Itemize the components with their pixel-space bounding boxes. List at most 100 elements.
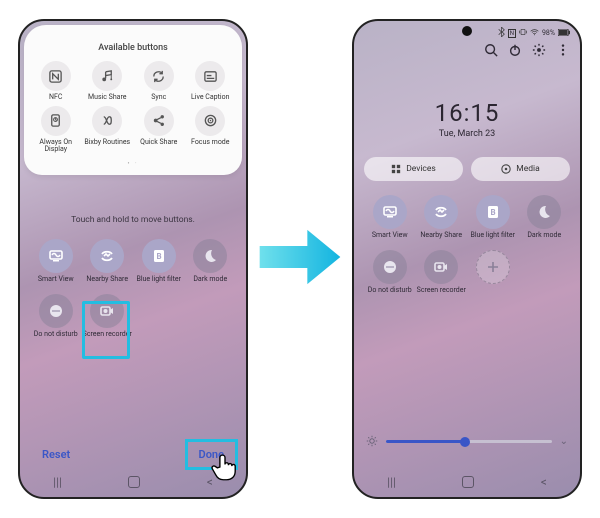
quick-screen-recorder[interactable]: Screen recorder (82, 294, 134, 339)
quick-label: Nearby Share (86, 276, 128, 284)
hint-text: Touch and hold to move buttons. (20, 215, 246, 225)
quick-label: Screen recorder (83, 331, 132, 339)
page-dots: • · (30, 160, 236, 167)
devices-label: Devices (406, 164, 436, 174)
available-focus[interactable]: Focus mode (185, 106, 237, 154)
battery-text: 98% (542, 29, 555, 37)
clock: 16:15 Tue, March 23 (354, 99, 580, 139)
nav-home-icon[interactable] (128, 476, 140, 488)
quick-label: Nearby Share (420, 232, 462, 240)
vibrate-icon (519, 28, 527, 38)
dnd-icon (39, 294, 73, 328)
brightness-slider[interactable]: ⌄ (366, 432, 568, 451)
media-pill[interactable]: Media (471, 157, 570, 181)
quick-label: Blue light filter (136, 276, 181, 284)
nav-back-icon[interactable]: < (541, 475, 547, 489)
blue-light-icon: B (476, 195, 510, 229)
devices-pill[interactable]: Devices (364, 157, 463, 181)
quick-dnd[interactable]: Do not disturb (30, 294, 82, 339)
nav-recent-icon[interactable]: ||| (387, 475, 396, 489)
available-title: Available buttons (30, 43, 236, 53)
quick-label: Blue light filter (470, 232, 515, 240)
bixby-icon (92, 106, 122, 136)
nfc-icon (41, 61, 71, 91)
quick-label: Do not disturb (368, 287, 412, 295)
aod-icon (41, 106, 71, 136)
quick-smart-view[interactable]: Smart View (30, 239, 82, 284)
svg-text:B: B (156, 252, 161, 261)
nav-home-icon[interactable] (462, 476, 474, 488)
available-label: Music Share (88, 94, 127, 102)
status-bar: N 98% (498, 27, 570, 39)
clock-time: 16:15 (354, 99, 580, 127)
music-share-icon (92, 61, 122, 91)
available-label: Focus mode (191, 139, 229, 147)
blue-light-icon: B (142, 239, 176, 273)
quick-label: Smart View (372, 232, 408, 240)
quick-share-icon (144, 106, 174, 136)
screen-recorder-icon (424, 250, 458, 284)
more-icon[interactable] (556, 43, 570, 57)
power-icon[interactable] (508, 43, 522, 57)
wifi-icon (530, 29, 539, 38)
available-label: Always On Display (31, 139, 81, 154)
brightness-icon (366, 432, 378, 451)
available-label: Quick Share (140, 139, 177, 147)
settings-gear-icon[interactable] (532, 43, 546, 57)
quick-screen-recorder[interactable]: Screen recorder (416, 250, 468, 295)
reset-button[interactable]: Reset (34, 444, 78, 465)
quick-dnd[interactable]: Do not disturb (364, 250, 416, 295)
available-aod[interactable]: Always On Display (30, 106, 82, 154)
qs-actions (484, 43, 570, 57)
nav-bar: ||| < (354, 471, 580, 493)
available-label: NFC (49, 94, 62, 102)
front-camera (462, 26, 472, 36)
quick-blue-light[interactable]: B Blue light filter (467, 195, 519, 240)
clock-date: Tue, March 23 (354, 129, 580, 139)
smart-view-icon (39, 239, 73, 273)
add-icon (476, 250, 510, 284)
quick-nearby-share[interactable]: Nearby Share (416, 195, 468, 240)
quick-nearby-share[interactable]: Nearby Share (82, 239, 134, 284)
quick-dark-mode[interactable]: Dark mode (519, 195, 571, 240)
live-caption-icon (195, 61, 225, 91)
dark-mode-icon (193, 239, 227, 273)
available-music-share[interactable]: Music Share (82, 61, 134, 102)
focus-icon (195, 106, 225, 136)
dnd-icon (373, 250, 407, 284)
arrow-icon (256, 222, 344, 292)
screen-recorder-icon (90, 294, 124, 328)
media-label: Media (516, 164, 539, 174)
quick-label: Screen recorder (417, 287, 466, 295)
available-label: Sync (151, 94, 166, 102)
battery-icon (558, 29, 570, 38)
nfc-indicator: N (508, 29, 516, 38)
available-sync[interactable]: Sync (133, 61, 185, 102)
smart-view-icon (373, 195, 407, 229)
bluetooth-icon (498, 27, 505, 39)
quick-label: Do not disturb (34, 331, 78, 339)
pointer-hand-icon (208, 450, 242, 484)
available-bixby[interactable]: Bixby Routines (82, 106, 134, 154)
available-label: Bixby Routines (84, 139, 130, 147)
phone-right: N 98% (352, 19, 582, 499)
available-live-caption[interactable]: Live Caption (185, 61, 237, 102)
sync-icon (144, 61, 174, 91)
search-icon[interactable] (484, 43, 498, 57)
available-quick-share[interactable]: Quick Share (133, 106, 185, 154)
phone-left: Available buttons NFC Music Share Sync Live… (18, 19, 248, 499)
dark-mode-icon (527, 195, 561, 229)
available-label: Live Caption (191, 94, 229, 102)
nav-recent-icon[interactable]: ||| (53, 475, 62, 489)
quick-label: Smart View (38, 276, 74, 284)
quick-label: Dark mode (527, 232, 561, 240)
nearby-share-icon (90, 239, 124, 273)
quick-add[interactable] (467, 250, 519, 295)
quick-smart-view[interactable]: Smart View (364, 195, 416, 240)
available-nfc[interactable]: NFC (30, 61, 82, 102)
quick-dark-mode[interactable]: Dark mode (185, 239, 237, 284)
available-buttons-panel: Available buttons NFC Music Share Sync Live… (24, 25, 242, 175)
nearby-share-icon (424, 195, 458, 229)
brightness-expand-icon[interactable]: ⌄ (560, 436, 568, 447)
quick-blue-light[interactable]: B Blue light filter (133, 239, 185, 284)
